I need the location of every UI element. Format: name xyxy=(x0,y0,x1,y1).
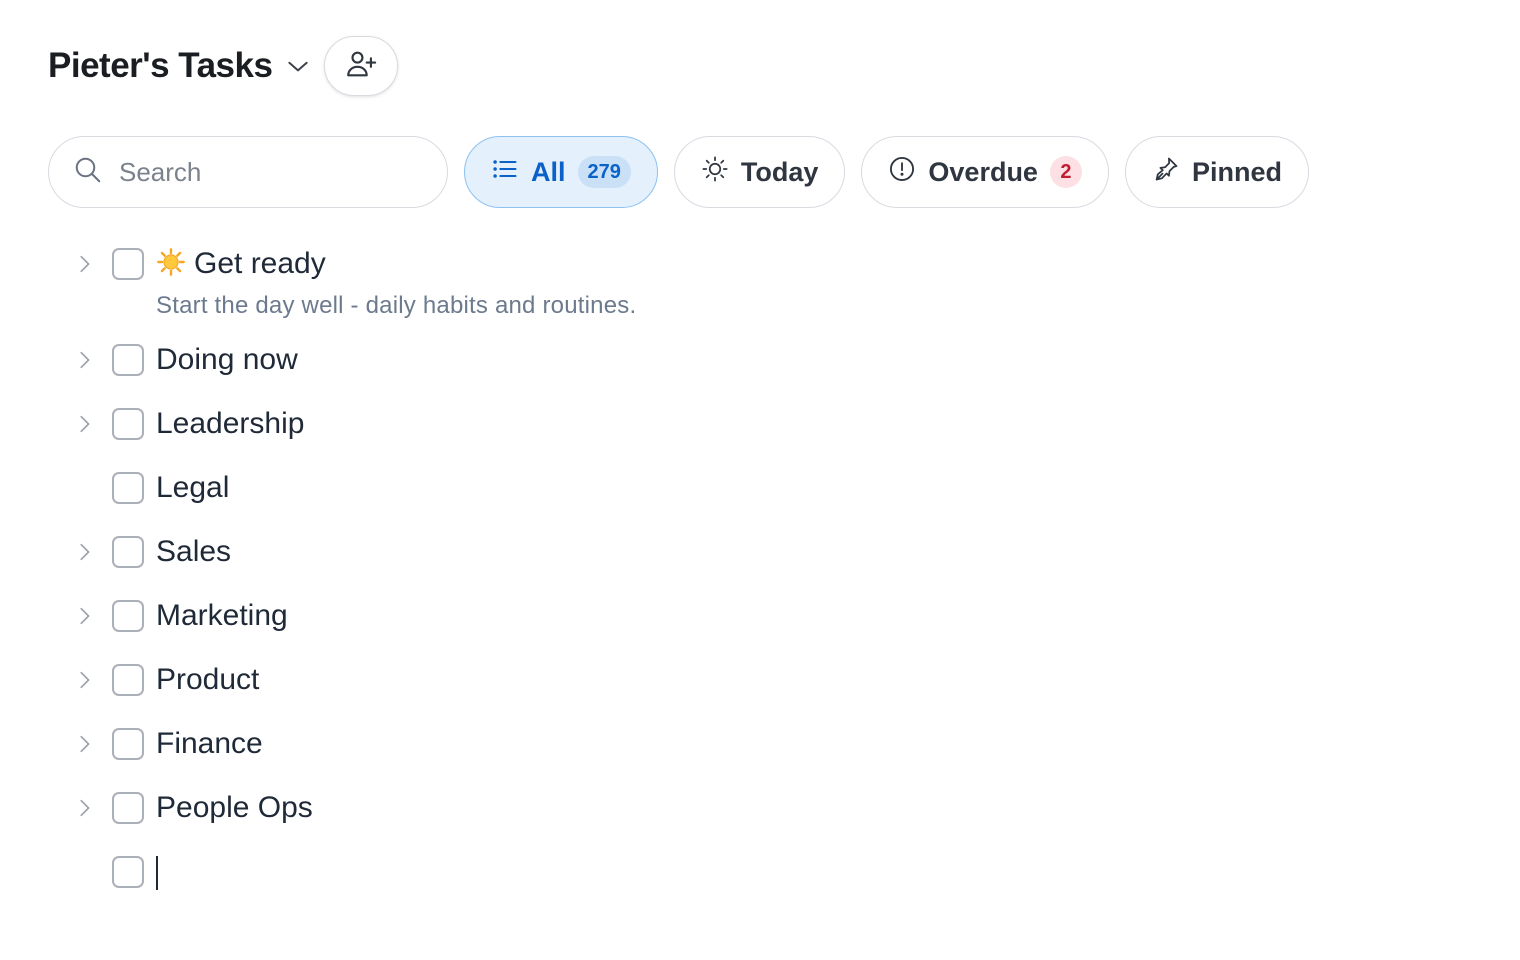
chevron-right-icon[interactable] xyxy=(72,732,96,756)
task-checkbox[interactable] xyxy=(112,856,144,888)
task-row[interactable]: Product xyxy=(0,648,1000,712)
filter-toolbar: All 279 Today Overdue 2 Pinned xyxy=(48,136,1309,208)
task-checkbox[interactable] xyxy=(112,728,144,760)
filter-all-label: All xyxy=(531,156,566,187)
task-title[interactable]: Leadership xyxy=(156,406,304,442)
task-checkbox[interactable] xyxy=(112,536,144,568)
filter-overdue[interactable]: Overdue 2 xyxy=(861,136,1109,208)
task-title-text: Get ready xyxy=(194,247,326,280)
user-plus-icon xyxy=(344,47,378,86)
task-title[interactable]: Marketing xyxy=(156,598,288,634)
page-title[interactable]: Pieter's Tasks xyxy=(48,46,273,86)
list-icon xyxy=(491,155,519,190)
sun-emoji-icon xyxy=(156,247,186,286)
sun-icon xyxy=(701,155,729,190)
new-task-row[interactable] xyxy=(0,840,1000,904)
new-task-input[interactable] xyxy=(156,856,158,890)
task-row[interactable]: Marketing xyxy=(0,584,1000,648)
share-button[interactable] xyxy=(324,36,399,96)
filter-all[interactable]: All 279 xyxy=(464,136,658,208)
chevron-down-icon[interactable] xyxy=(284,52,312,80)
chevron-right-icon[interactable] xyxy=(72,412,96,436)
task-checkbox[interactable] xyxy=(112,472,144,504)
task-row[interactable]: Doing now xyxy=(0,328,1000,392)
chevron-right-icon[interactable] xyxy=(72,604,96,628)
task-row[interactable]: Sales xyxy=(0,520,1000,584)
search-icon xyxy=(73,155,103,190)
task-row[interactable]: People Ops xyxy=(0,776,1000,840)
task-title[interactable]: Finance xyxy=(156,726,263,762)
chevron-right-icon[interactable] xyxy=(72,796,96,820)
pin-icon xyxy=(1152,155,1180,190)
alert-circle-icon xyxy=(888,155,916,190)
task-title[interactable]: Doing now xyxy=(156,342,298,378)
task-checkbox[interactable] xyxy=(112,792,144,824)
header: Pieter's Tasks xyxy=(48,36,399,96)
filter-pinned-label: Pinned xyxy=(1191,156,1282,187)
task-checkbox[interactable] xyxy=(112,600,144,632)
task-checkbox[interactable] xyxy=(112,664,144,696)
task-row[interactable]: Leadership xyxy=(0,392,1000,456)
task-title[interactable]: People Ops xyxy=(156,790,313,826)
filter-today-label: Today xyxy=(740,156,819,187)
filter-pinned[interactable]: Pinned xyxy=(1124,136,1309,208)
task-checkbox[interactable] xyxy=(112,408,144,440)
task-title[interactable]: Product xyxy=(156,662,259,698)
task-description: Start the day well - daily habits and ro… xyxy=(156,292,637,319)
chevron-right-icon[interactable] xyxy=(72,540,96,564)
search-input[interactable] xyxy=(119,156,419,188)
task-row[interactable]: Get ready Start the day well - daily hab… xyxy=(0,232,1000,328)
chevron-right-icon[interactable] xyxy=(72,348,96,372)
chevron-right-icon[interactable] xyxy=(72,252,96,276)
all-count-badge: 279 xyxy=(577,156,631,188)
task-title[interactable]: Sales xyxy=(156,534,231,570)
filter-today[interactable]: Today xyxy=(673,136,846,208)
task-checkbox[interactable] xyxy=(112,344,144,376)
task-title[interactable]: Get ready xyxy=(156,246,326,286)
task-title[interactable]: Legal xyxy=(156,470,229,506)
overdue-count-badge: 2 xyxy=(1049,156,1082,188)
task-row[interactable]: Legal xyxy=(0,456,1000,520)
filter-overdue-label: Overdue xyxy=(928,156,1038,187)
task-row[interactable]: Finance xyxy=(0,712,1000,776)
search-box[interactable] xyxy=(48,136,448,208)
chevron-right-icon[interactable] xyxy=(72,668,96,692)
task-checkbox[interactable] xyxy=(112,248,144,280)
